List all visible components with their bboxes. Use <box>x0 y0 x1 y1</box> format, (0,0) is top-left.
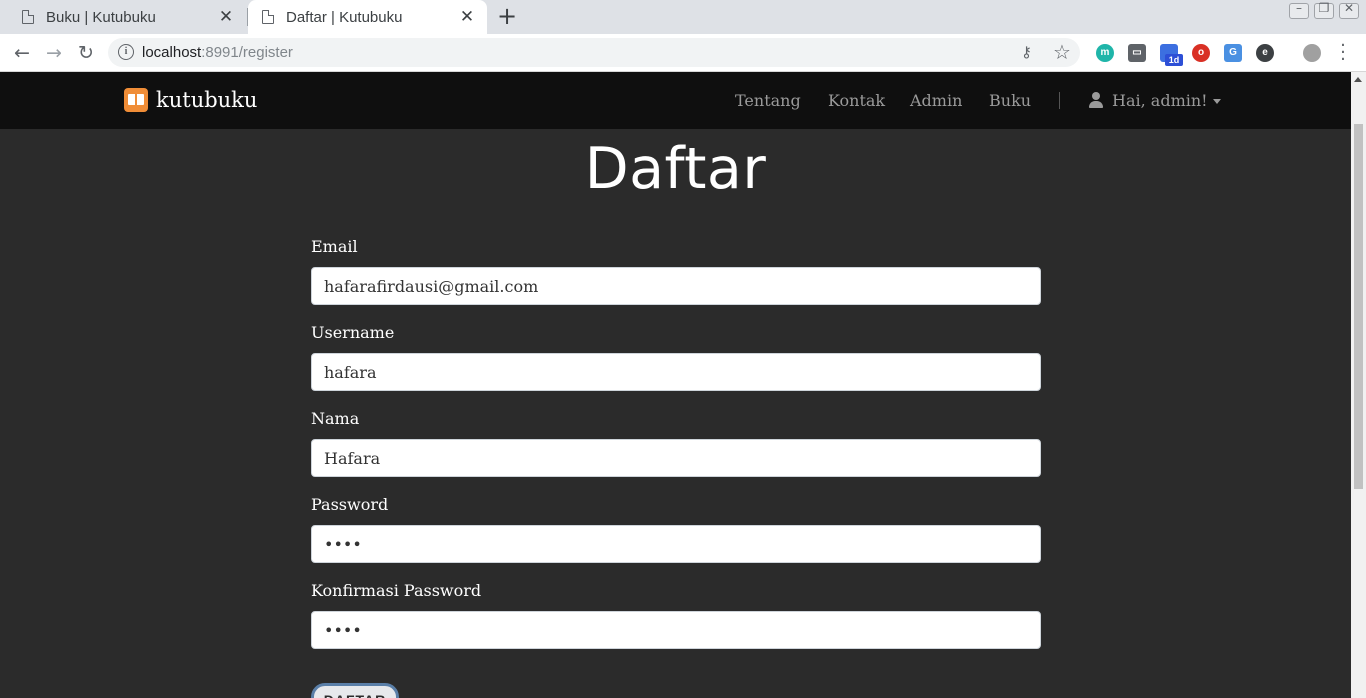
key-icon[interactable]: ⚷ <box>1021 43 1032 61</box>
nama-label: Nama <box>311 409 360 428</box>
nav-link-kontak[interactable]: Kontak <box>828 91 885 110</box>
email-field[interactable] <box>311 267 1041 305</box>
scroll-up-arrow-icon[interactable] <box>1354 77 1362 82</box>
email-label: Email <box>311 237 358 256</box>
tab-title: Buku | Kutubuku <box>46 8 156 26</box>
nav-link-tentang[interactable]: Tentang <box>735 91 801 110</box>
url-path: :8991/register <box>201 44 293 61</box>
bookmark-star-icon[interactable]: ☆ <box>1053 40 1071 64</box>
confirm-password-field[interactable] <box>311 611 1041 649</box>
browser-tab-buku[interactable]: Buku | Kutubuku ✕ <box>0 0 246 34</box>
browser-tabstrip: Buku | Kutubuku ✕ Daftar | Kutubuku ✕ + … <box>0 0 1366 34</box>
page-title: Daftar <box>584 136 767 202</box>
forward-arrow-icon[interactable]: → <box>41 40 67 66</box>
extension-chat-icon[interactable]: ▭ <box>1128 44 1146 62</box>
back-arrow-icon[interactable]: ← <box>9 40 35 66</box>
close-tab-icon[interactable]: ✕ <box>216 7 236 27</box>
extension-opera-icon[interactable]: o <box>1192 44 1210 62</box>
username-label: Username <box>311 323 395 342</box>
reload-icon[interactable]: ↻ <box>73 40 99 66</box>
brand-name: kutubuku <box>156 88 258 112</box>
document-icon <box>22 10 34 24</box>
password-label: Password <box>311 495 389 514</box>
page-scrollbar[interactable] <box>1351 72 1366 698</box>
user-dropdown[interactable]: Hai, admin! <box>1112 91 1208 110</box>
restore-window-icon[interactable]: ❐ <box>1314 1 1334 19</box>
confirm-password-label: Konfirmasi Password <box>311 581 482 600</box>
profile-avatar[interactable] <box>1303 44 1321 62</box>
nav-divider <box>1059 92 1060 109</box>
password-field[interactable] <box>311 525 1041 563</box>
scrollbar-thumb[interactable] <box>1354 124 1363 489</box>
address-bar[interactable]: i localhost:8991/register ⚷ ☆ <box>108 38 1080 67</box>
close-tab-icon[interactable]: ✕ <box>457 7 477 27</box>
document-icon <box>262 10 274 24</box>
url-text[interactable]: localhost:8991/register <box>142 44 293 61</box>
browser-menu-icon[interactable]: · · · <box>1337 37 1349 69</box>
nav-link-admin[interactable]: Admin <box>910 91 962 110</box>
nav-link-buku[interactable]: Buku <box>989 91 1031 110</box>
minimize-window-icon[interactable]: – <box>1289 1 1309 19</box>
url-host: localhost <box>142 44 202 61</box>
nama-field[interactable] <box>311 439 1041 477</box>
extension-translate-icon[interactable]: G <box>1224 44 1242 62</box>
chevron-down-icon[interactable] <box>1213 99 1221 104</box>
page-content: kutubuku Tentang Kontak Admin Buku Hai, … <box>0 72 1351 698</box>
extension-badge: 1d <box>1165 54 1183 66</box>
close-window-icon[interactable]: ✕ <box>1339 1 1359 19</box>
book-logo-icon <box>124 88 148 112</box>
new-tab-plus-icon[interactable]: + <box>497 2 517 30</box>
browser-toolbar: ← → ↻ i localhost:8991/register ⚷ ☆ m ▭ … <box>0 34 1366 72</box>
brand[interactable]: kutubuku <box>124 88 257 112</box>
browser-tab-daftar[interactable]: Daftar | Kutubuku ✕ <box>248 0 487 34</box>
submit-button[interactable]: DAFTAR <box>311 683 399 698</box>
extension-e-icon[interactable]: e <box>1256 44 1274 62</box>
extension-m-icon[interactable]: m <box>1096 44 1114 62</box>
site-navbar: kutubuku Tentang Kontak Admin Buku Hai, … <box>0 72 1351 129</box>
user-icon[interactable] <box>1089 92 1103 108</box>
site-info-icon[interactable]: i <box>118 44 134 60</box>
username-field[interactable] <box>311 353 1041 391</box>
tab-title: Daftar | Kutubuku <box>286 8 403 26</box>
